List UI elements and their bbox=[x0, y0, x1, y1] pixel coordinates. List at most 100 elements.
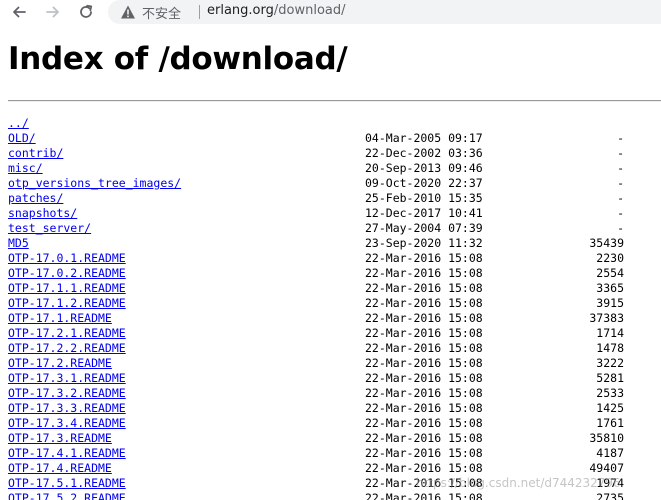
file-link[interactable]: misc/ bbox=[8, 161, 43, 176]
forward-button[interactable] bbox=[42, 2, 64, 22]
file-link[interactable]: OTP-17.3.README bbox=[8, 431, 112, 446]
listing-row: OTP-17.3.3.README 22-Mar-2016 15:08 1425 bbox=[0, 401, 661, 416]
file-link[interactable]: OTP-17.2.README bbox=[8, 356, 112, 371]
listing-row: OTP-17.1.2.README 22-Mar-2016 15:08 3915 bbox=[0, 296, 661, 311]
url-host: erlang.org bbox=[207, 3, 274, 18]
file-date: 25-Feb-2010 15:35 bbox=[365, 191, 483, 205]
file-date: 22-Mar-2016 15:08 bbox=[365, 491, 483, 500]
file-link[interactable]: snapshots/ bbox=[8, 206, 77, 221]
watermark-text: https://blog.csdn.net/d744232796 bbox=[416, 476, 621, 490]
address-bar[interactable]: 不安全 erlang.org/download/ bbox=[108, 0, 661, 24]
file-date: 22-Mar-2016 15:08 bbox=[365, 251, 483, 265]
file-date: 22-Mar-2016 15:08 bbox=[365, 296, 483, 310]
file-size: - bbox=[617, 191, 624, 205]
listing-row: OTP-17.2.README 22-Mar-2016 15:08 3222 bbox=[0, 356, 661, 371]
file-link[interactable]: OTP-17.5.2.README bbox=[8, 491, 126, 500]
file-date: 22-Mar-2016 15:08 bbox=[365, 401, 483, 415]
file-date: 09-Oct-2020 22:37 bbox=[365, 176, 483, 190]
file-link[interactable]: OTP-17.1.1.README bbox=[8, 281, 126, 296]
file-link[interactable]: OTP-17.3.4.README bbox=[8, 416, 126, 431]
listing-row: OTP-17.5.2.README 22-Mar-2016 15:08 2735 bbox=[0, 491, 661, 500]
file-size: - bbox=[617, 146, 624, 160]
listing-row: patches/25-Feb-2010 15:35 - bbox=[0, 191, 661, 206]
file-link[interactable]: MD5 bbox=[8, 236, 29, 251]
file-date: 22-Mar-2016 15:08 bbox=[365, 461, 483, 475]
file-size: - bbox=[617, 131, 624, 145]
file-date: 22-Dec-2002 03:36 bbox=[365, 146, 483, 160]
file-link[interactable]: otp_versions_tree_images/ bbox=[8, 176, 181, 191]
url-text[interactable]: erlang.org/download/ bbox=[207, 3, 346, 18]
listing-row: contrib/22-Dec-2002 03:36 - bbox=[0, 146, 661, 161]
file-size: - bbox=[617, 176, 624, 190]
listing-row: OLD/04-Mar-2005 09:17 - bbox=[0, 131, 661, 146]
file-date: 22-Mar-2016 15:08 bbox=[365, 431, 483, 445]
file-size: 35439 bbox=[589, 236, 624, 250]
listing-row: misc/20-Sep-2013 09:46 - bbox=[0, 161, 661, 176]
file-date: 22-Mar-2016 15:08 bbox=[365, 341, 483, 355]
file-date: 22-Mar-2016 15:08 bbox=[365, 266, 483, 280]
file-size: 1478 bbox=[596, 341, 624, 355]
file-size: 2735 bbox=[596, 491, 624, 500]
listing-row: OTP-17.1.1.README 22-Mar-2016 15:08 3365 bbox=[0, 281, 661, 296]
file-date: 12-Dec-2017 10:41 bbox=[365, 206, 483, 220]
file-link[interactable]: OTP-17.3.1.README bbox=[8, 371, 126, 386]
file-date: 22-Mar-2016 15:08 bbox=[365, 416, 483, 430]
arrow-left-icon bbox=[13, 6, 26, 18]
listing-row: test_server/27-May-2004 07:39 - bbox=[0, 221, 661, 236]
file-date: 22-Mar-2016 15:08 bbox=[365, 281, 483, 295]
file-size: 3222 bbox=[596, 356, 624, 370]
listing-row: OTP-17.3.1.README 22-Mar-2016 15:08 5281 bbox=[0, 371, 661, 386]
file-link[interactable]: OTP-17.0.1.README bbox=[8, 251, 126, 266]
listing-row: MD5 23-Sep-2020 11:32 35439 bbox=[0, 236, 661, 251]
file-date: 22-Mar-2016 15:08 bbox=[365, 386, 483, 400]
listing-row: OTP-17.0.2.README 22-Mar-2016 15:08 2554 bbox=[0, 266, 661, 281]
file-date: 22-Mar-2016 15:08 bbox=[365, 326, 483, 340]
file-date: 22-Mar-2016 15:08 bbox=[365, 446, 483, 460]
file-size: 37383 bbox=[589, 311, 624, 325]
file-link[interactable]: OTP-17.3.2.README bbox=[8, 386, 126, 401]
file-link[interactable]: OTP-17.3.3.README bbox=[8, 401, 126, 416]
file-size: 49407 bbox=[589, 461, 624, 475]
file-link[interactable]: OTP-17.2.1.README bbox=[8, 326, 126, 341]
listing-row: OTP-17.3.2.README 22-Mar-2016 15:08 2533 bbox=[0, 386, 661, 401]
file-size: - bbox=[617, 161, 624, 175]
arrow-right-icon bbox=[46, 6, 59, 18]
file-date: 22-Mar-2016 15:08 bbox=[365, 356, 483, 370]
browser-toolbar: 不安全 erlang.org/download/ bbox=[0, 0, 661, 25]
file-link[interactable]: patches/ bbox=[8, 191, 63, 206]
file-date: 20-Sep-2013 09:46 bbox=[365, 161, 483, 175]
file-link[interactable]: OTP-17.4.1.README bbox=[8, 446, 126, 461]
file-link[interactable]: ../ bbox=[8, 116, 29, 131]
security-status-label[interactable]: 不安全 bbox=[142, 3, 181, 22]
warning-icon[interactable] bbox=[120, 4, 136, 20]
file-link[interactable]: OTP-17.5.1.README bbox=[8, 476, 126, 491]
listing-row: otp_versions_tree_images/09-Oct-2020 22:… bbox=[0, 176, 661, 191]
url-path: /download/ bbox=[273, 3, 346, 18]
file-link[interactable]: OLD/ bbox=[8, 131, 36, 146]
file-size: 2533 bbox=[596, 386, 624, 400]
file-size: 1761 bbox=[596, 416, 624, 430]
listing-row: OTP-17.2.1.README 22-Mar-2016 15:08 1714 bbox=[0, 326, 661, 341]
file-size: 3365 bbox=[596, 281, 624, 295]
divider bbox=[8, 100, 661, 102]
file-size: 35810 bbox=[589, 431, 624, 445]
back-button[interactable] bbox=[8, 2, 30, 22]
file-link[interactable]: test_server/ bbox=[8, 221, 91, 236]
listing-row: OTP-17.2.2.README 22-Mar-2016 15:08 1478 bbox=[0, 341, 661, 356]
file-link[interactable]: OTP-17.2.2.README bbox=[8, 341, 126, 356]
file-size: 5281 bbox=[596, 371, 624, 385]
file-link[interactable]: OTP-17.4.README bbox=[8, 461, 112, 476]
file-link[interactable]: OTP-17.1.2.README bbox=[8, 296, 126, 311]
listing-row: OTP-17.3.4.README 22-Mar-2016 15:08 1761 bbox=[0, 416, 661, 431]
listing-row: ../ bbox=[0, 116, 661, 131]
listing-row: OTP-17.4.README 22-Mar-2016 15:08 49407 bbox=[0, 461, 661, 476]
page-title: Index of /download/ bbox=[8, 41, 348, 77]
file-link[interactable]: contrib/ bbox=[8, 146, 63, 161]
file-size: 4187 bbox=[596, 446, 624, 460]
file-date: 27-May-2004 07:39 bbox=[365, 221, 483, 235]
file-link[interactable]: OTP-17.1.README bbox=[8, 311, 112, 326]
file-size: 1425 bbox=[596, 401, 624, 415]
file-size: 3915 bbox=[596, 296, 624, 310]
reload-button[interactable] bbox=[75, 2, 97, 22]
file-link[interactable]: OTP-17.0.2.README bbox=[8, 266, 126, 281]
